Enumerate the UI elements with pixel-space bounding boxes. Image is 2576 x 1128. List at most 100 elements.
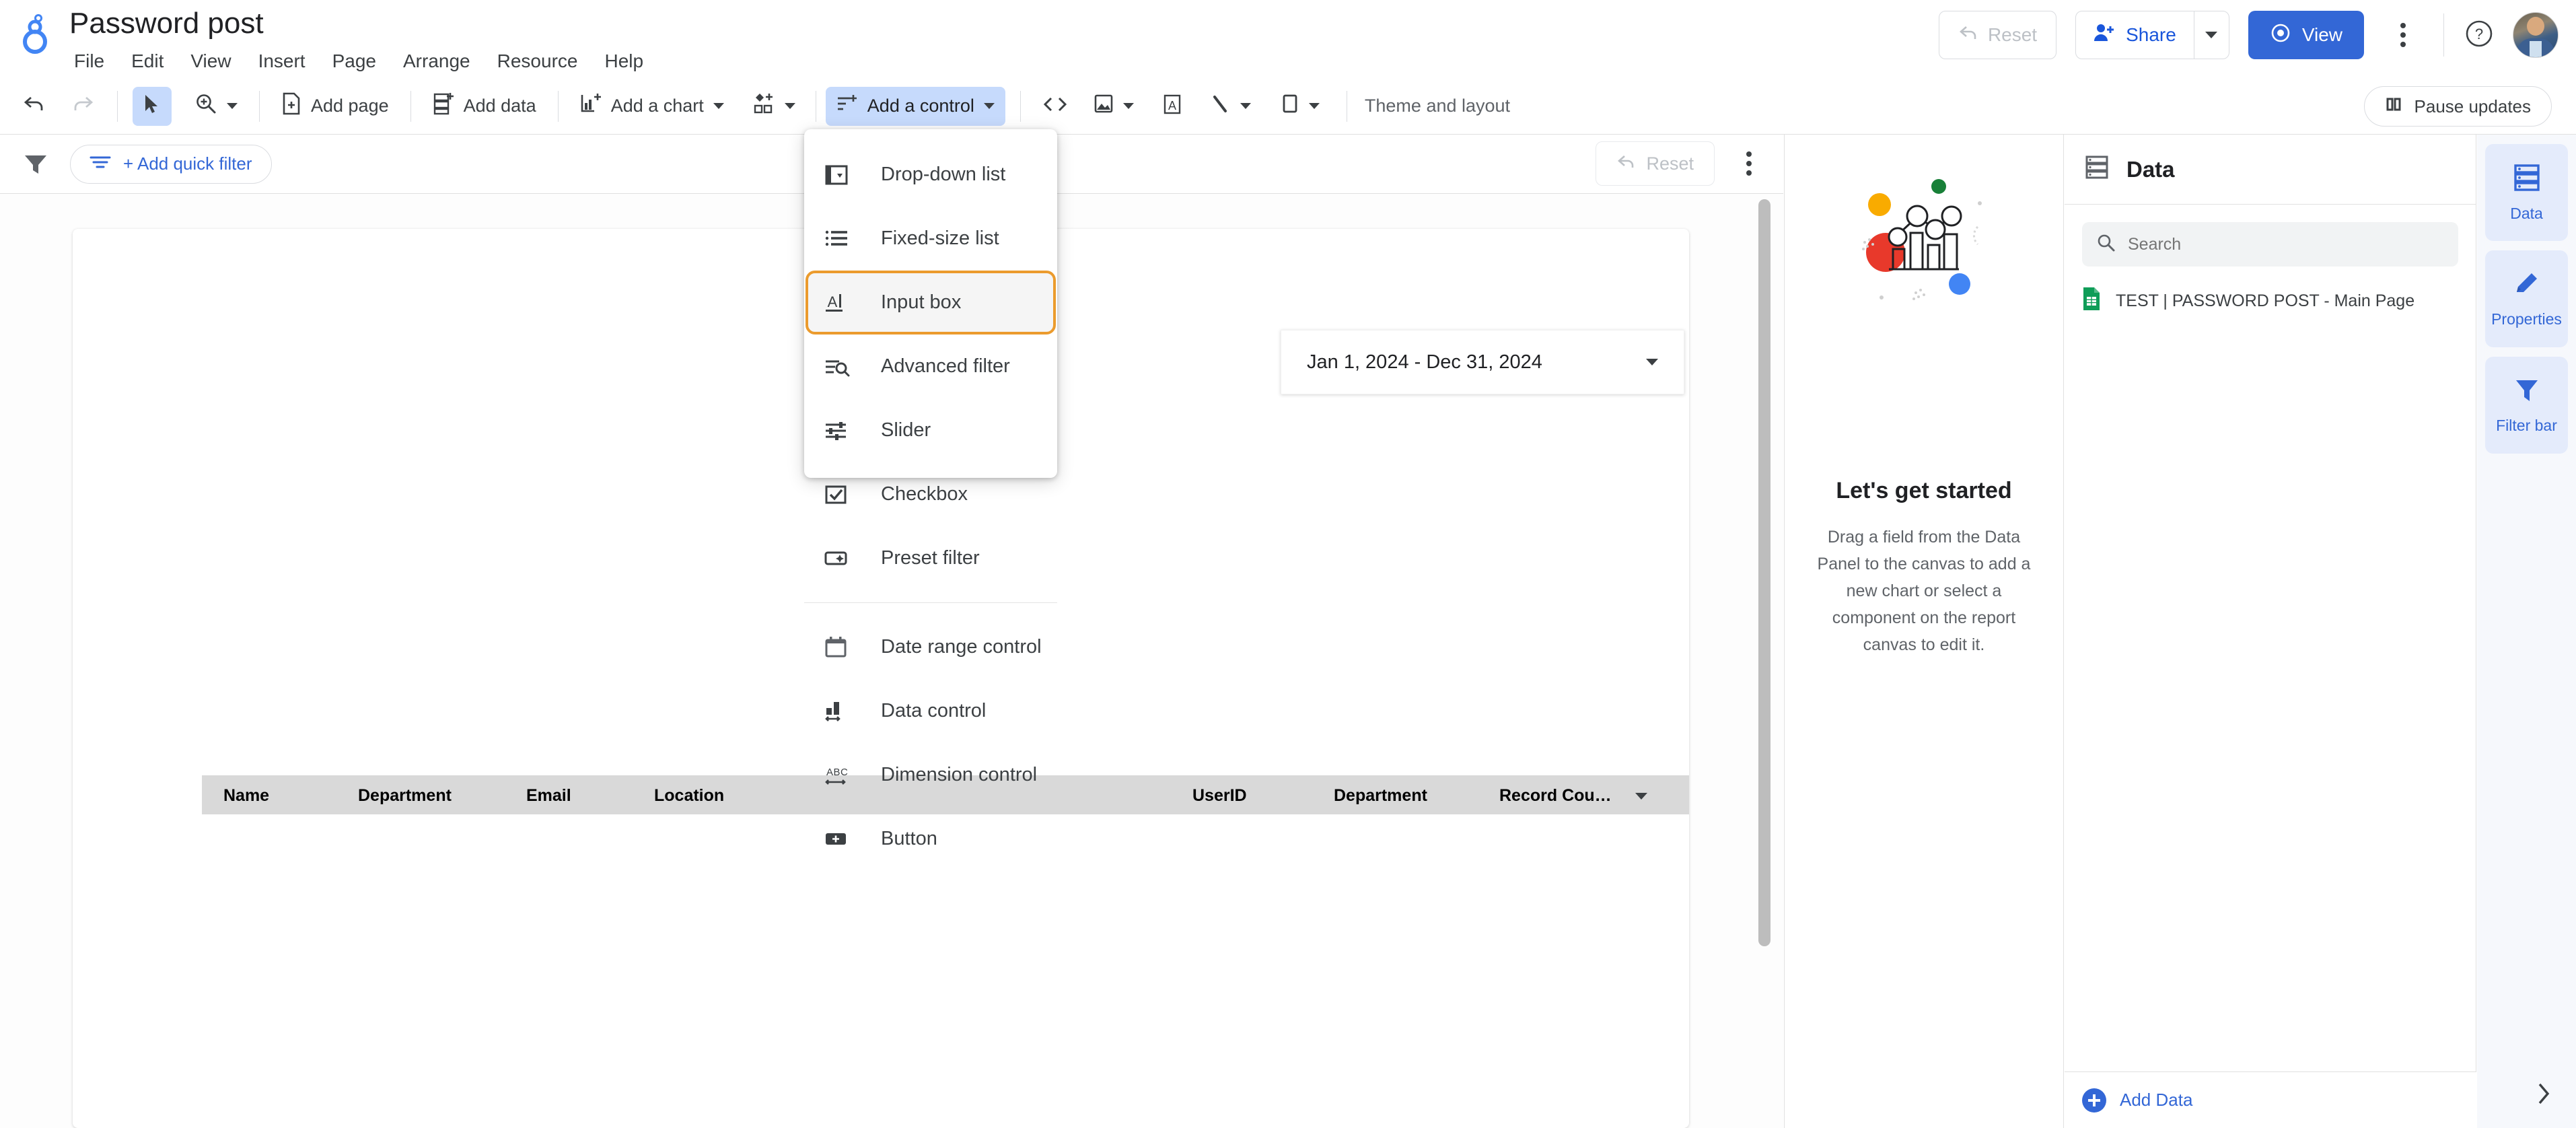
filter-funnel-icon (23, 153, 48, 176)
rail-item-data[interactable]: Data (2485, 144, 2568, 241)
add-data-label: Add Data (2120, 1090, 2193, 1110)
column-header-record-count[interactable]: Record Cou… (1499, 786, 1612, 806)
add-quick-filter-button[interactable]: + Add quick filter (70, 144, 272, 184)
header-actions: Reset Share View ? (1938, 9, 2559, 61)
menu-item-date-range-control[interactable]: Date range control (804, 615, 1057, 679)
chevron-down-icon (1122, 103, 1134, 109)
add-control-menu[interactable]: Drop-down list Fixed-size list A Input b… (804, 129, 1057, 849)
menu-item-label: Data control (881, 700, 987, 721)
canvas-scrollbar-thumb[interactable] (1758, 199, 1770, 946)
rail-item-label: Data (2510, 205, 2543, 222)
input-box-icon: A (824, 291, 862, 314)
community-visualization-button[interactable] (743, 87, 806, 126)
insert-line-button[interactable] (1200, 87, 1262, 126)
help-button[interactable]: ? (2459, 15, 2499, 55)
share-dropdown-button[interactable] (2193, 11, 2229, 59)
menu-resource[interactable]: Resource (484, 47, 592, 75)
filter-reset-button[interactable]: Reset (1596, 141, 1715, 186)
menu-edit[interactable]: Edit (118, 47, 177, 75)
eye-icon (2270, 22, 2291, 48)
community-visualization-icon (754, 92, 775, 120)
menu-item-label: Date range control (881, 636, 1042, 658)
filter-reset-label: Reset (1646, 153, 1694, 174)
add-data-button[interactable]: Add data (422, 87, 547, 126)
menu-item-checkbox[interactable]: Checkbox (804, 462, 1057, 526)
insert-image-button[interactable] (1083, 87, 1145, 126)
share-button[interactable]: Share (2076, 11, 2194, 59)
toolbar-divider (259, 90, 260, 122)
column-header-location[interactable]: Location (654, 786, 724, 806)
menu-item-input-box[interactable]: A Input box (806, 271, 1056, 334)
pause-updates-button[interactable]: Pause updates (2363, 86, 2552, 127)
avatar-shirt (2530, 41, 2542, 57)
column-header-userid[interactable]: UserID (1192, 786, 1247, 806)
zoom-control[interactable] (184, 87, 248, 126)
data-source-item[interactable]: TEST | PASSWORD POST - Main Page (2082, 287, 2458, 316)
slider-icon (824, 421, 862, 441)
add-page-button[interactable]: Add page (271, 87, 400, 126)
avatar[interactable] (2513, 12, 2559, 58)
rail-item-properties[interactable]: Properties (2485, 250, 2568, 347)
pause-icon (2385, 96, 2402, 118)
date-range-control[interactable]: Jan 1, 2024 - Dec 31, 2024 (1281, 330, 1684, 394)
column-header-email[interactable]: Email (526, 786, 571, 806)
menu-item-slider[interactable]: Slider (804, 398, 1057, 462)
fixed-size-list-icon (824, 229, 862, 249)
chevron-down-icon (784, 103, 795, 109)
document-title[interactable]: Password post (69, 7, 264, 40)
share-button-group: Share (2075, 11, 2229, 59)
menu-item-dimension-control[interactable]: ABC Dimension control (804, 743, 1057, 807)
google-sheets-icon (2082, 287, 2101, 316)
search-icon (2097, 234, 2116, 256)
menu-item-data-control[interactable]: Data control (804, 679, 1057, 743)
select-tool-button[interactable] (133, 86, 172, 126)
add-chart-button[interactable]: Add a chart (569, 87, 735, 126)
rail-item-filter-bar[interactable]: Filter bar (2485, 357, 2568, 454)
redo-button[interactable] (63, 87, 102, 126)
menu-page[interactable]: Page (319, 47, 390, 75)
pause-updates-label: Pause updates (2414, 96, 2531, 116)
cursor-arrow-icon (143, 94, 162, 118)
chevron-right-icon (2538, 1083, 2550, 1104)
menu-item-drop-down-list[interactable]: Drop-down list (804, 143, 1057, 207)
insert-text-button[interactable]: A (1153, 87, 1192, 126)
canvas-scrollbar[interactable] (1755, 194, 1773, 1128)
data-search-box[interactable] (2082, 222, 2458, 267)
filter-bar-more-button[interactable] (1727, 141, 1771, 186)
menu-file[interactable]: File (66, 47, 118, 75)
menu-insert[interactable]: Insert (245, 47, 319, 75)
theme-and-layout-button[interactable]: Theme and layout (1347, 96, 1510, 116)
column-header-department[interactable]: Department (358, 786, 452, 806)
sort-descending-icon[interactable] (1635, 793, 1647, 800)
undo-button[interactable] (15, 87, 54, 126)
menu-item-button[interactable]: Button (804, 807, 1057, 871)
add-data-footer-button[interactable]: Add Data (2065, 1071, 2476, 1128)
date-range-value: Jan 1, 2024 - Dec 31, 2024 (1307, 351, 1542, 373)
add-control-button[interactable]: Add a control (825, 86, 1005, 126)
menu-arrange[interactable]: Arrange (390, 47, 484, 75)
menu-item-fixed-size-list[interactable]: Fixed-size list (804, 207, 1057, 271)
menu-view[interactable]: View (177, 47, 244, 75)
menu-item-preset-filter[interactable]: Preset filter (804, 526, 1057, 590)
menu-item-label: Preset filter (881, 547, 980, 569)
menu-item-advanced-filter[interactable]: Advanced filter (804, 334, 1057, 398)
toolbar-divider (1019, 90, 1021, 122)
insert-shape-button[interactable] (1270, 87, 1330, 126)
database-icon (2512, 162, 2542, 197)
data-panel-title: Data (2126, 156, 2175, 182)
add-data-label: Add data (463, 96, 536, 116)
expand-panel-button[interactable] (2534, 1079, 2553, 1113)
add-quick-filter-label: + Add quick filter (123, 153, 252, 174)
toolbar-divider (410, 90, 411, 122)
more-options-button[interactable] (2377, 9, 2429, 61)
menu-help[interactable]: Help (591, 47, 657, 75)
column-header-name[interactable]: Name (223, 786, 269, 806)
svg-text:ABC: ABC (826, 767, 848, 778)
column-header-department-2[interactable]: Department (1334, 786, 1427, 806)
chevron-down-icon (983, 103, 995, 109)
view-button[interactable]: View (2248, 11, 2364, 59)
reset-button[interactable]: Reset (1938, 11, 2057, 59)
embed-code-button[interactable] (1036, 87, 1075, 126)
search-input[interactable] (2128, 234, 2443, 254)
add-page-label: Add page (311, 96, 389, 116)
